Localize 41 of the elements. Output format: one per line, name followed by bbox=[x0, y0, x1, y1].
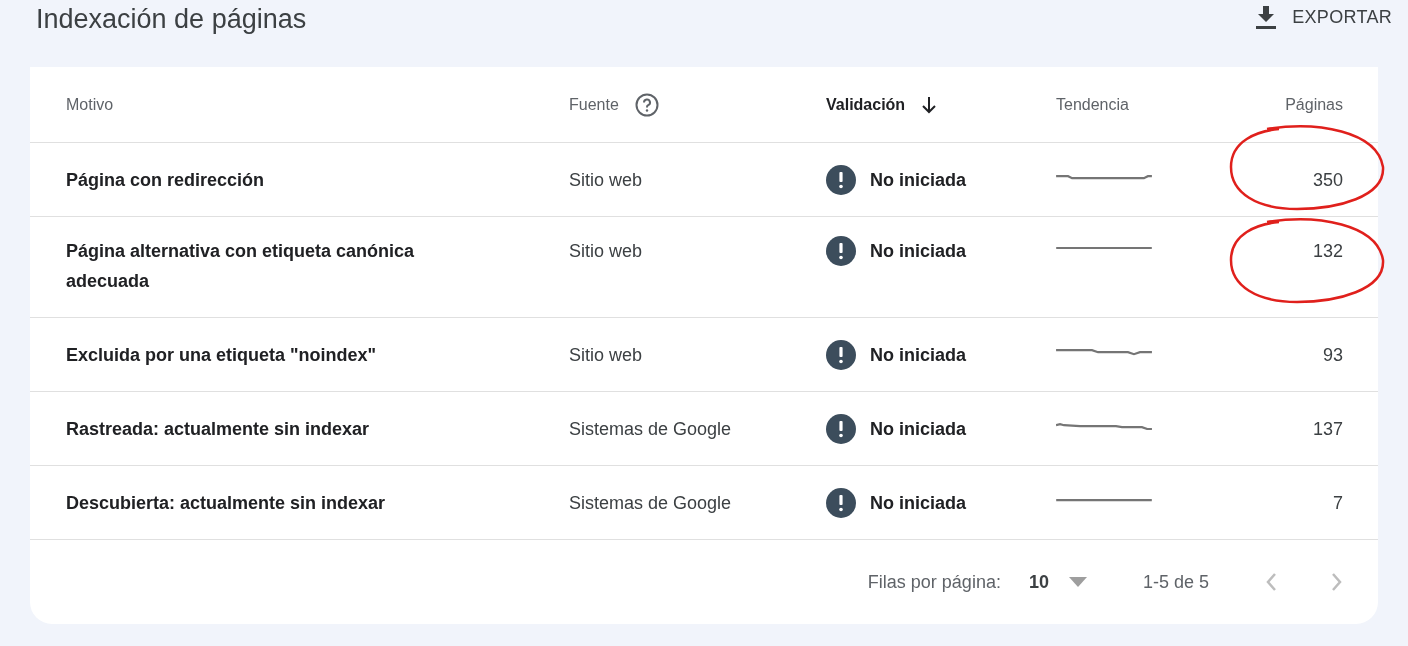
source-text: Sistemas de Google bbox=[569, 491, 732, 515]
exclamation-icon bbox=[826, 339, 856, 370]
exclamation-icon bbox=[826, 487, 856, 518]
reason-text: Página alternativa con etiqueta canónica adecuada bbox=[66, 240, 416, 293]
page-range: 1-5 de 5 bbox=[1142, 571, 1209, 593]
help-icon[interactable] bbox=[634, 92, 659, 117]
source-text: Sistemas de Google bbox=[569, 417, 732, 441]
reason-text: Descubierta: actualmente sin indexar bbox=[66, 491, 386, 515]
source-text: Sitio web bbox=[569, 168, 643, 192]
status-text: No iniciada bbox=[870, 168, 967, 192]
page-title: Indexación de páginas bbox=[36, 4, 307, 35]
chevron-right-icon bbox=[1331, 572, 1343, 592]
reason-text: Rastreada: actualmente sin indexar bbox=[66, 417, 370, 441]
pages-count: 132 bbox=[1312, 241, 1343, 261]
pages-count: 93 bbox=[1322, 344, 1343, 365]
arrow-down-icon bbox=[921, 95, 938, 114]
column-header: Páginas bbox=[1285, 95, 1343, 114]
column-header[interactable]: Validación bbox=[826, 95, 906, 114]
status-text: No iniciada bbox=[870, 240, 967, 263]
status-text: No iniciada bbox=[870, 417, 967, 441]
reason-text: Página con redirección bbox=[66, 168, 265, 192]
status-text: No iniciada bbox=[870, 343, 967, 367]
reason-text: Excluida por una etiqueta "noindex" bbox=[66, 343, 377, 367]
download-icon bbox=[1254, 4, 1279, 30]
exclamation-icon bbox=[826, 413, 856, 444]
pages-count: 350 bbox=[1312, 169, 1343, 190]
exclamation-icon bbox=[826, 164, 856, 195]
export-button[interactable]: EXPORTAR bbox=[1254, 4, 1392, 30]
column-header: Fuente bbox=[569, 95, 619, 114]
rows-per-page-label: Filas por página: bbox=[867, 571, 1001, 593]
rows-per-page-select[interactable]: 10 bbox=[1028, 571, 1087, 593]
source-text: Sitio web bbox=[569, 240, 643, 263]
exclamation-icon bbox=[826, 236, 856, 266]
source-text: Sitio web bbox=[569, 343, 643, 367]
status-text: No iniciada bbox=[870, 491, 967, 515]
dropdown-caret-icon bbox=[1068, 577, 1087, 587]
column-header: Motivo bbox=[66, 95, 114, 114]
pages-count: 7 bbox=[1333, 492, 1343, 513]
pages-count: 137 bbox=[1312, 418, 1343, 439]
chevron-left-icon bbox=[1265, 572, 1277, 592]
column-header: Tendencia bbox=[1056, 95, 1129, 114]
